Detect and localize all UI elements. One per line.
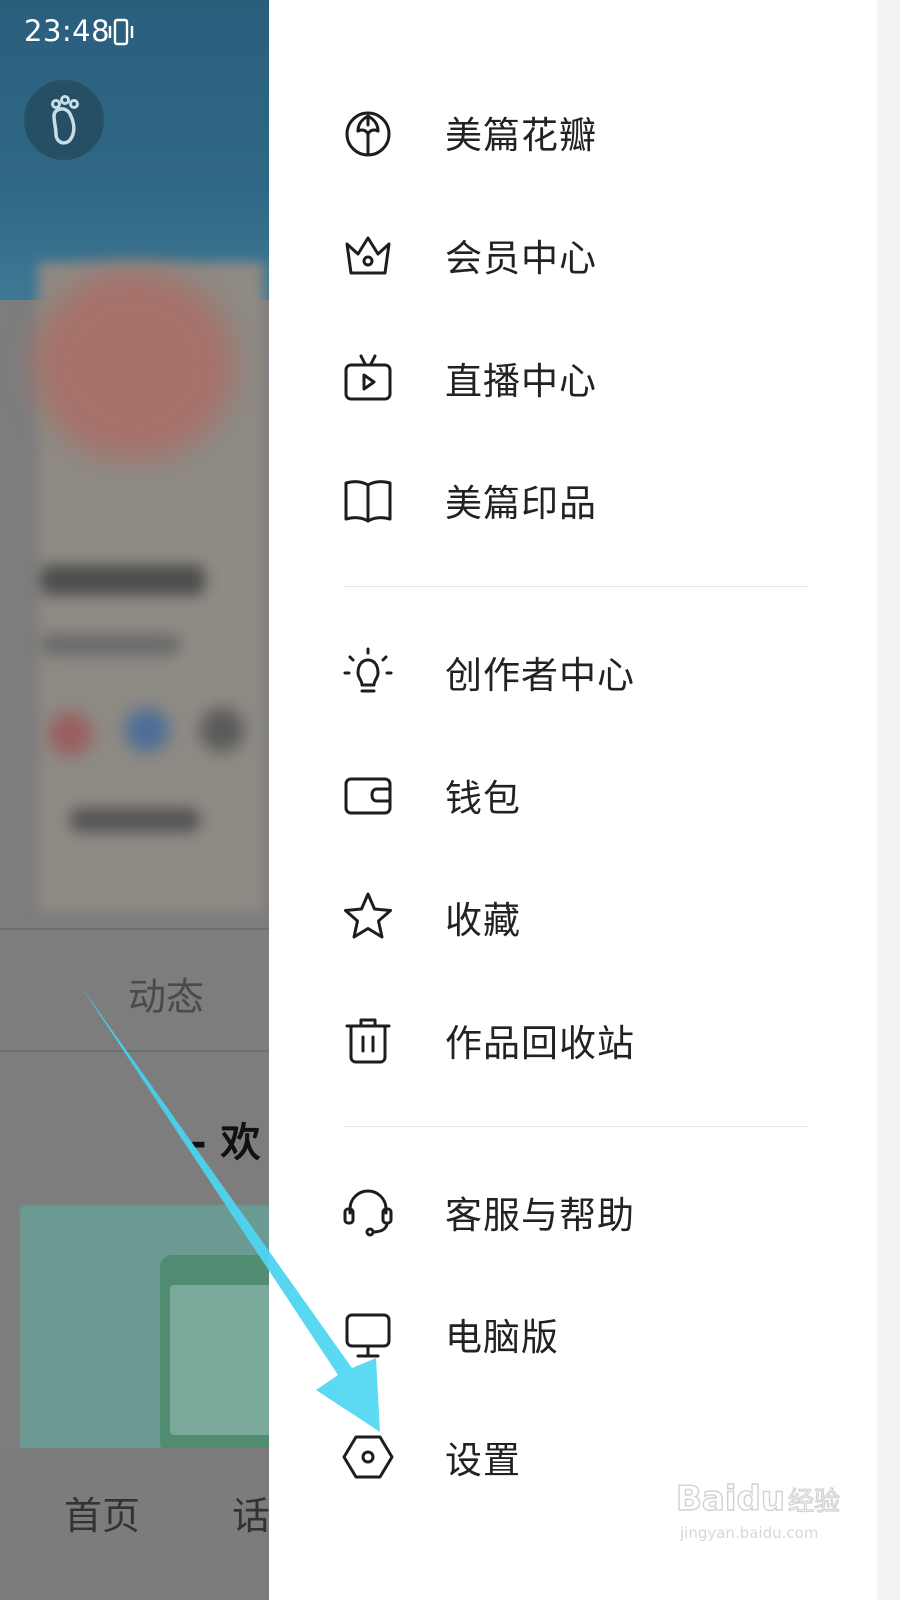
menu-label: 美篇花瓣 (445, 114, 597, 157)
background-blurred-subtitle (40, 635, 180, 655)
crown-icon (341, 228, 395, 282)
menu-label: 客服与帮助 (445, 1194, 635, 1237)
menu-item-petals[interactable]: 美篇花瓣 (341, 87, 821, 177)
menu-label: 美篇印品 (445, 482, 597, 525)
menu-label: 钱包 (445, 777, 521, 820)
background-blurred-name (40, 565, 205, 595)
watermark-url: jingyan.baidu.com (679, 1524, 818, 1542)
menu-item-recycle-bin[interactable]: 作品回收站 (341, 995, 821, 1085)
background-divider (0, 1050, 270, 1052)
watermark-brand: Baidu (676, 1479, 785, 1519)
footprint-icon (51, 95, 79, 145)
menu-item-support[interactable]: 客服与帮助 (341, 1167, 821, 1257)
menu-label: 设置 (445, 1439, 521, 1482)
background-divider (0, 928, 270, 930)
background-welcome-text: - 欢 (190, 1120, 261, 1166)
tv-play-icon (341, 351, 395, 405)
background-blurred-dot (125, 708, 169, 752)
menu-item-wallet[interactable]: 钱包 (341, 750, 821, 840)
menu-divider (343, 586, 809, 587)
menu-label: 创作者中心 (445, 654, 635, 697)
background-blurred-dot (200, 708, 244, 752)
background-blurred-text (70, 808, 200, 832)
settings-hexagon-icon (341, 1430, 395, 1484)
background-nav-home: 首页 (64, 1494, 141, 1538)
menu-label: 作品回收站 (445, 1022, 635, 1065)
menu-label: 会员中心 (445, 237, 597, 280)
menu-item-prints[interactable]: 美篇印品 (341, 455, 821, 545)
monitor-icon (341, 1307, 395, 1361)
flower-petal-icon (341, 105, 395, 159)
background-blurred-dot (48, 712, 92, 756)
app-logo[interactable] (24, 80, 104, 160)
menu-label: 直播中心 (445, 360, 597, 403)
wallet-icon (341, 768, 395, 822)
background-tab-dynamic: 动态 (128, 975, 205, 1019)
status-time: 23:48 (24, 14, 111, 48)
lightbulb-icon (341, 645, 395, 699)
side-drawer: 美篇花瓣 会员中心 直播中心 美篇印品 创作者中心 钱包 收藏 作品回收站 客服… (269, 0, 877, 1600)
vibrate-icon (108, 18, 134, 46)
menu-item-desktop-version[interactable]: 电脑版 (341, 1289, 821, 1379)
menu-item-membership[interactable]: 会员中心 (341, 210, 821, 300)
menu-item-creator-center[interactable]: 创作者中心 (341, 627, 821, 717)
menu-label: 收藏 (445, 899, 521, 942)
menu-item-favorites[interactable]: 收藏 (341, 872, 821, 962)
menu-divider (343, 1126, 809, 1127)
trash-icon (341, 1013, 395, 1067)
drawer-edge-shadow (877, 0, 900, 1600)
star-icon (341, 890, 395, 944)
headset-icon (341, 1185, 395, 1239)
menu-label: 电脑版 (445, 1316, 559, 1359)
background-avatar (34, 270, 234, 460)
baidu-watermark: Baidu 经验 jingyan.baidu.com (676, 1478, 841, 1542)
background-nav-second: 话 (232, 1494, 271, 1538)
menu-item-live[interactable]: 直播中心 (341, 333, 821, 423)
open-book-icon (341, 473, 395, 527)
watermark-cn: 经验 (788, 1487, 840, 1517)
